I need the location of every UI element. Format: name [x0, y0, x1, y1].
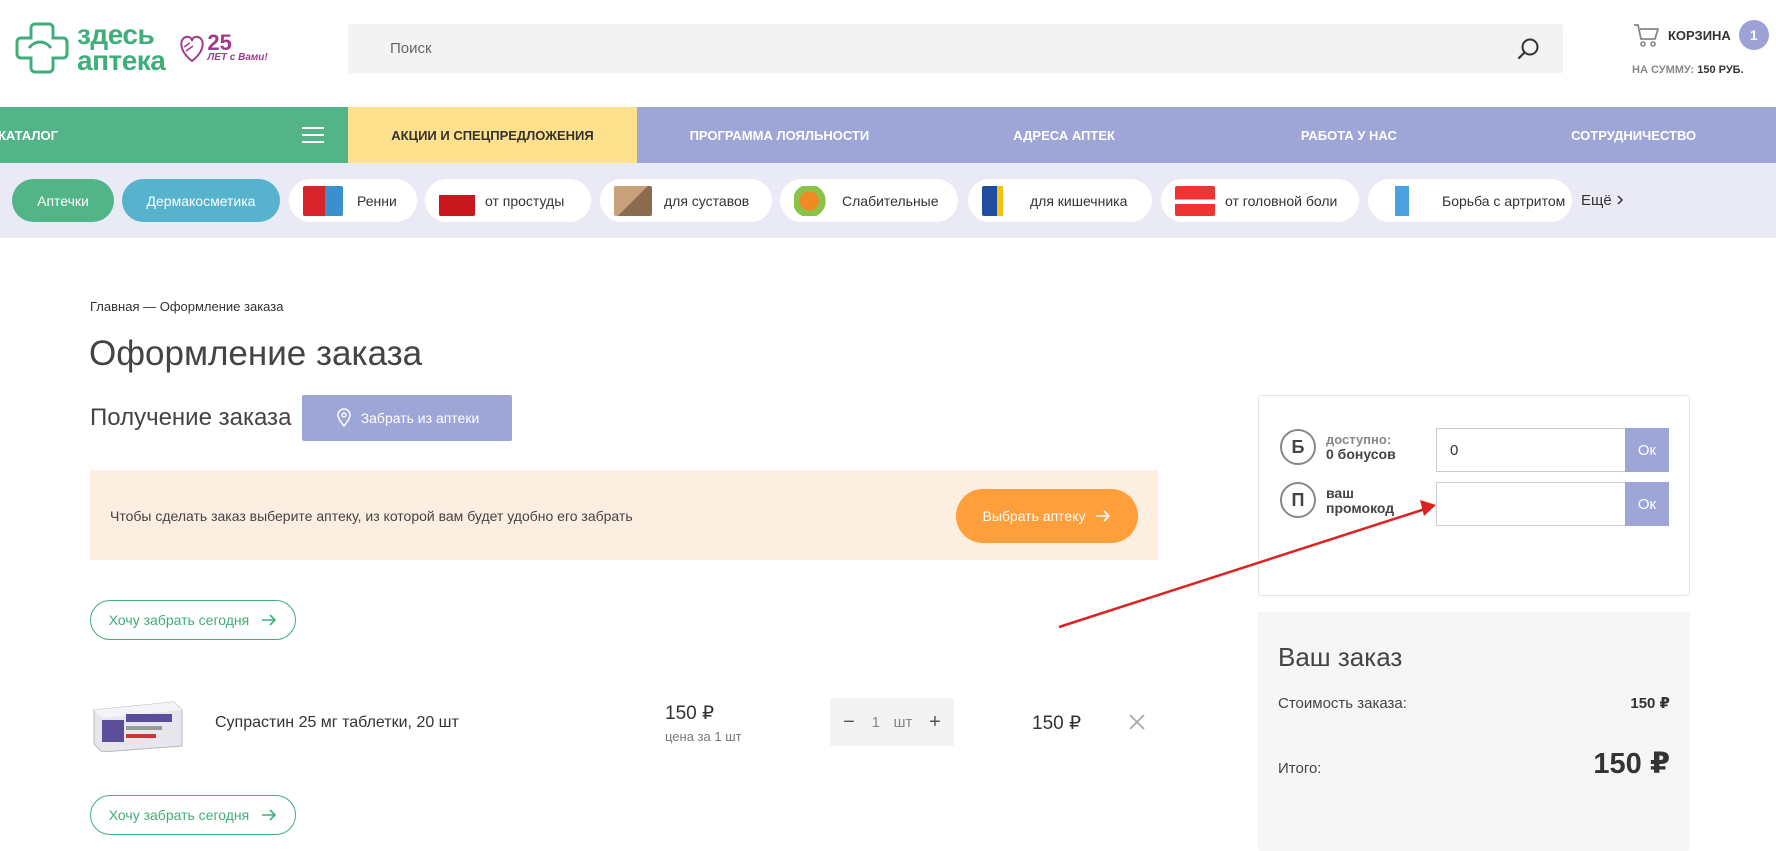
decrease-quantity-button[interactable]: − [840, 711, 858, 734]
more-categories-link[interactable]: Ещё [1581, 192, 1624, 209]
pickup-from-pharmacy-button[interactable]: Забрать из аптеки [302, 395, 512, 441]
chip-category[interactable]: Ренни [289, 179, 417, 222]
product-thumbnail [614, 185, 652, 216]
site-header: здесь аптека 25 ЛЕТ с Вами! Поиск КОРЗИН… [0, 0, 1776, 107]
cart-item: Супрастин 25 мг таблетки, 20 шт 150 ₽ це… [90, 692, 1160, 754]
product-total-price: 150 ₽ [1032, 713, 1082, 734]
cart-sum: НА СУММУ: 150 РУБ. [1632, 64, 1744, 76]
chip-category[interactable]: Борьба с артритом [1368, 179, 1572, 222]
site-logo[interactable]: здесь аптека 25 ЛЕТ с Вами! [15, 20, 268, 76]
product-thumbnail [1175, 185, 1215, 216]
chip-category[interactable]: Слабительные [780, 179, 958, 222]
anniversary-badge: 25 ЛЕТ с Вами! [177, 31, 268, 65]
product-thumbnail [1390, 185, 1414, 216]
chip-category[interactable]: от головной боли [1161, 179, 1359, 222]
choose-pharmacy-button[interactable]: Выбрать аптеку [956, 489, 1138, 543]
checkout-page: здесь аптека 25 ЛЕТ с Вами! Поиск КОРЗИН… [0, 0, 1776, 851]
product-thumbnail [794, 185, 832, 216]
nav-catalog[interactable]: КАТАЛОГ [0, 107, 348, 163]
receive-order-label: Получение заказа [90, 404, 292, 431]
quantity-stepper: − 1 шт + [830, 698, 954, 746]
pickup-today-button[interactable]: Хочу забрать сегодня [90, 600, 296, 640]
promo-icon: П [1280, 482, 1316, 518]
order-summary: Ваш заказ Стоимость заказа: 150 ₽ Итого:… [1258, 612, 1690, 851]
bonus-promo-panel: Б доступно: 0 бонусов Ок П ваш промокод … [1258, 395, 1690, 596]
breadcrumb[interactable]: Главная — Оформление заказа [90, 299, 283, 314]
logo-text: здесь аптека [77, 19, 166, 76]
product-unit-price-label: цена за 1 шт [665, 729, 742, 744]
category-chips: Аптечки Дермакосметика Ренни от простуды… [0, 163, 1776, 238]
search-input[interactable] [348, 24, 1563, 73]
promo-code-input[interactable] [1436, 482, 1626, 526]
heart-hands-icon [180, 35, 204, 63]
bonus-ok-button[interactable]: Ок [1625, 428, 1669, 472]
map-pin-icon [336, 408, 351, 428]
pickup-today-button[interactable]: Хочу забрать сегодня [90, 795, 296, 835]
nav-promo[interactable]: АКЦИИ И СПЕЦПРЕДЛОЖЕНИЯ [348, 107, 637, 163]
remove-item-icon[interactable] [1127, 712, 1147, 732]
logo-cross-icon [15, 22, 69, 74]
product-thumbnail [439, 185, 475, 216]
bonus-icon: Б [1280, 429, 1316, 465]
page-title: Оформление заказа [89, 334, 423, 373]
search-bar [348, 24, 1563, 73]
order-total-row: Итого: 150 ₽ [1278, 748, 1670, 780]
product-thumbnail [303, 185, 343, 216]
quantity-value[interactable]: 1 [872, 714, 880, 731]
chevron-right-icon [1617, 195, 1623, 205]
nav-addresses[interactable]: АДРЕСА АПТЕК [922, 107, 1207, 163]
chip-category[interactable]: от простуды [425, 179, 591, 222]
nav-partnership[interactable]: СОТРУДНИЧЕСТВО [1491, 107, 1776, 163]
arrow-right-icon [1096, 510, 1111, 522]
main-nav: КАТАЛОГ АКЦИИ И СПЕЦПРЕДЛОЖЕНИЯ ПРОГРАММ… [0, 107, 1776, 163]
chip-category[interactable]: для суставов [600, 179, 772, 222]
product-image[interactable] [90, 696, 186, 752]
search-icon[interactable] [1517, 37, 1541, 61]
nav-links: ПРОГРАММА ЛОЯЛЬНОСТИ АДРЕСА АПТЕК РАБОТА… [637, 107, 1776, 163]
order-summary-title: Ваш заказ [1278, 642, 1403, 672]
increase-quantity-button[interactable]: + [926, 711, 944, 734]
quantity-unit: шт [893, 713, 913, 731]
arrow-right-icon [262, 614, 277, 626]
notice-text: Чтобы сделать заказ выберите аптеку, из … [110, 508, 633, 524]
choose-pharmacy-notice: Чтобы сделать заказ выберите аптеку, из … [90, 470, 1158, 560]
bonus-input[interactable] [1436, 428, 1626, 472]
chip-dermacosmetics[interactable]: Дермакосметика [122, 179, 280, 222]
cart-widget[interactable]: КОРЗИНА 1 НА СУММУ: 150 РУБ. [1632, 20, 1772, 76]
product-unit-price: 150 ₽ [665, 703, 715, 724]
cart-label: КОРЗИНА [1668, 27, 1731, 43]
arrow-right-icon [262, 809, 277, 821]
nav-loyalty[interactable]: ПРОГРАММА ЛОЯЛЬНОСТИ [637, 107, 922, 163]
cart-icon [1634, 24, 1659, 47]
promo-ok-button[interactable]: Ок [1625, 482, 1669, 526]
bonus-available-label: доступно: 0 бонусов [1326, 432, 1396, 462]
promo-code-label: ваш промокод [1326, 485, 1395, 516]
hamburger-icon [302, 127, 324, 143]
product-name[interactable]: Супрастин 25 мг таблетки, 20 шт [215, 714, 459, 732]
product-thumbnail [982, 185, 1020, 216]
chip-category[interactable]: для кишечника [968, 179, 1152, 222]
nav-careers[interactable]: РАБОТА У НАС [1207, 107, 1492, 163]
chip-pharmacies[interactable]: Аптечки [12, 179, 114, 222]
cart-count-badge: 1 [1738, 20, 1769, 50]
order-cost-row: Стоимость заказа: 150 ₽ [1278, 695, 1670, 712]
